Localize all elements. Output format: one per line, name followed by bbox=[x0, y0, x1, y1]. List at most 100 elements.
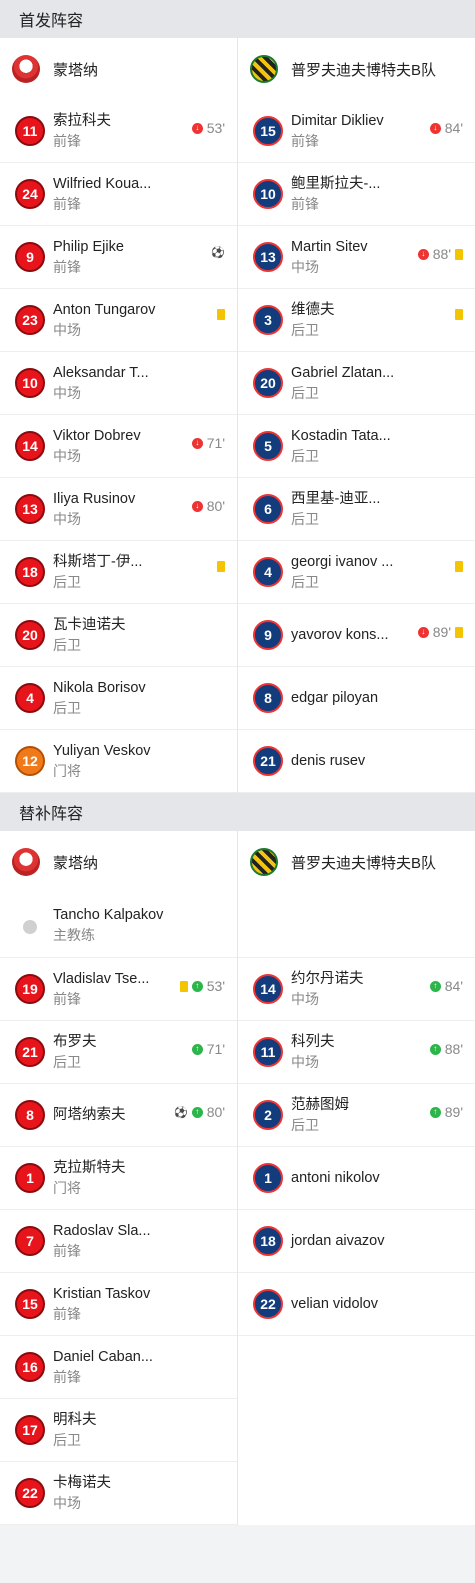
coach-row[interactable]: Tancho Kalpakov 主教练 bbox=[0, 893, 237, 958]
player-events: ↑ 71' bbox=[191, 1041, 225, 1057]
player-info: Kristian Taskov 前锋 bbox=[53, 1284, 225, 1324]
player-row[interactable]: 20 Gabriel Zlatan... 后卫 bbox=[238, 352, 475, 415]
player-row[interactable]: 13 Martin Sitev 中场 ↓ 88' bbox=[238, 226, 475, 289]
player-row[interactable]: 13 Iliya Rusinov 中场 ↓ 80' bbox=[0, 478, 237, 541]
player-row[interactable]: 7 Radoslav Sla... 前锋 bbox=[0, 1210, 237, 1273]
player-row[interactable]: 22 velian vidolov bbox=[238, 1273, 475, 1336]
player-info: Kostadin Tata... 后卫 bbox=[291, 426, 463, 466]
player-row[interactable]: 3 维德夫 后卫 bbox=[238, 289, 475, 352]
player-info: Aleksandar T... 中场 bbox=[53, 363, 225, 403]
yellow-card-icon bbox=[455, 561, 463, 572]
player-row[interactable]: 1 antoni nikolov bbox=[238, 1147, 475, 1210]
player-position: 后卫 bbox=[53, 574, 81, 590]
yellow-card-icon bbox=[455, 309, 463, 320]
player-row[interactable]: 11 科列夫 中场 ↑ 88' bbox=[238, 1021, 475, 1084]
player-row[interactable]: 23 Anton Tungarov 中场 bbox=[0, 289, 237, 352]
player-row[interactable]: 9 yavorov kons... ↓ 89' bbox=[238, 604, 475, 667]
team-header[interactable]: 蒙塔纳 bbox=[0, 38, 237, 100]
player-name: Kristian Taskov bbox=[53, 1286, 151, 1302]
player-row[interactable]: 15 Kristian Taskov 前锋 bbox=[0, 1273, 237, 1336]
event-minute: 71' bbox=[206, 1041, 225, 1057]
sub-out-icon: ↓ bbox=[191, 437, 203, 449]
player-row[interactable]: 18 科斯塔丁-伊... 后卫 bbox=[0, 541, 237, 604]
player-row[interactable]: 9 Philip Ejike 前锋 ⚽ bbox=[0, 226, 237, 289]
team-header[interactable]: 普罗夫迪夫博特夫B队 bbox=[238, 38, 475, 100]
player-events bbox=[217, 309, 225, 320]
player-row[interactable]: 10 鲍里斯拉夫-... 前锋 bbox=[238, 163, 475, 226]
event-minute: 53' bbox=[206, 978, 225, 994]
yellow-card-icon bbox=[455, 626, 463, 638]
player-position: 中场 bbox=[53, 385, 81, 401]
player-row[interactable]: 8 阿塔纳索夫 ⚽ ↑ 80' bbox=[0, 1084, 237, 1147]
player-info: edgar piloyan bbox=[291, 688, 463, 708]
player-events bbox=[455, 561, 463, 572]
away-column: 普罗夫迪夫博特夫B队 14 约尔丹诺夫 中场 ↑ 84' 11 科列夫 中场 ↑ 88' 2 范赫图姆后… bbox=[238, 831, 475, 1525]
player-row[interactable]: 16 Daniel Caban... 前锋 bbox=[0, 1336, 237, 1399]
team-name: 普罗夫迪夫博特夫B队 bbox=[291, 854, 437, 872]
player-row[interactable]: 6 西里基-迪亚... 后卫 bbox=[238, 478, 475, 541]
player-info: denis rusev bbox=[291, 751, 463, 771]
player-row[interactable]: 21 denis rusev bbox=[238, 730, 475, 793]
player-row[interactable]: 14 约尔丹诺夫 中场 ↑ 84' bbox=[238, 958, 475, 1021]
team-name: 蒙塔纳 bbox=[53, 854, 99, 872]
player-row[interactable]: 15 Dimitar Dikliev 前锋 ↓ 84' bbox=[238, 100, 475, 163]
player-name: Radoslav Sla... bbox=[53, 1223, 151, 1239]
player-row[interactable]: 11 索拉科夫 前锋 ↓ 53' bbox=[0, 100, 237, 163]
player-row[interactable]: 5 Kostadin Tata... 后卫 bbox=[238, 415, 475, 478]
home-column: 蒙塔纳 11 索拉科夫 前锋 ↓ 53' 24 Wilfried Koua... 前锋 9 Phil… bbox=[0, 38, 238, 793]
player-events: ↓ 84' bbox=[429, 120, 463, 136]
jersey-number: 24 bbox=[15, 179, 45, 209]
player-row[interactable]: 8 edgar piloyan bbox=[238, 667, 475, 730]
player-row[interactable]: 10 Aleksandar T... 中场 bbox=[0, 352, 237, 415]
sub-out-icon: ↓ bbox=[191, 122, 203, 134]
goal-ball-icon: ⚽ bbox=[211, 247, 225, 259]
player-row[interactable]: 4 Nikola Borisov 后卫 bbox=[0, 667, 237, 730]
player-name: Yuliyan Veskov bbox=[53, 743, 151, 759]
jersey-number: 13 bbox=[15, 494, 45, 524]
player-row[interactable]: 18 jordan aivazov bbox=[238, 1210, 475, 1273]
player-row[interactable]: 19 Vladislav Tse... 前锋 ↑ 53' bbox=[0, 958, 237, 1021]
player-row[interactable]: 22 卡梅诺夫 中场 bbox=[0, 1462, 237, 1525]
player-row[interactable]: 4 georgi ivanov ... 后卫 bbox=[238, 541, 475, 604]
event-minute: 84' bbox=[444, 120, 463, 136]
jersey-number: 1 bbox=[15, 1163, 45, 1193]
jersey-number: 2 bbox=[253, 1100, 283, 1130]
jersey-number: 19 bbox=[15, 974, 45, 1004]
player-info: jordan aivazov bbox=[291, 1231, 463, 1251]
player-position: 后卫 bbox=[291, 448, 319, 464]
jersey-number: 21 bbox=[15, 1037, 45, 1067]
event-minute: 89' bbox=[444, 1104, 463, 1120]
player-position: 后卫 bbox=[291, 385, 319, 401]
player-name: Aleksandar T... bbox=[53, 365, 149, 381]
sub-in-icon: ↑ bbox=[191, 980, 203, 992]
player-position: 门将 bbox=[53, 763, 81, 779]
yellow-card-icon bbox=[179, 980, 188, 992]
jersey-number: 4 bbox=[253, 557, 283, 587]
player-info: Daniel Caban... 前锋 bbox=[53, 1347, 225, 1387]
player-name: 科斯塔丁-伊... bbox=[53, 554, 143, 570]
team-header[interactable]: 普罗夫迪夫博特夫B队 bbox=[238, 831, 475, 893]
player-row[interactable]: 14 Viktor Dobrev 中场 ↓ 71' bbox=[0, 415, 237, 478]
player-name: Kostadin Tata... bbox=[291, 428, 391, 444]
section-header-subs: 替补阵容 bbox=[0, 793, 475, 831]
player-row[interactable]: 24 Wilfried Koua... 前锋 bbox=[0, 163, 237, 226]
jersey-number: 12 bbox=[15, 746, 45, 776]
player-row[interactable]: 17 明科夫 后卫 bbox=[0, 1399, 237, 1462]
team-header[interactable]: 蒙塔纳 bbox=[0, 831, 237, 893]
player-row[interactable]: 1 克拉斯特夫 门将 bbox=[0, 1147, 237, 1210]
jersey-number: 10 bbox=[253, 179, 283, 209]
player-name: 卡梅诺夫 bbox=[53, 1475, 111, 1491]
player-row[interactable]: 21 布罗夫 后卫 ↑ 71' bbox=[0, 1021, 237, 1084]
jersey-number: 1 bbox=[253, 1163, 283, 1193]
player-row[interactable]: 12 Yuliyan Veskov 门将 bbox=[0, 730, 237, 793]
player-info: 卡梅诺夫 中场 bbox=[53, 1473, 225, 1513]
player-position: 前锋 bbox=[53, 1243, 81, 1259]
sub-in-icon: ↑ bbox=[191, 1106, 203, 1118]
player-events: ↑ 84' bbox=[429, 978, 463, 994]
jersey-number: 11 bbox=[253, 1037, 283, 1067]
player-row[interactable]: 2 范赫图姆 后卫 ↑ 89' bbox=[238, 1084, 475, 1147]
jersey-number: 15 bbox=[253, 116, 283, 146]
section-title: 首发阵容 bbox=[19, 13, 84, 30]
player-info: Yuliyan Veskov 门将 bbox=[53, 741, 225, 781]
player-row[interactable]: 20 瓦卡迪诺夫 后卫 bbox=[0, 604, 237, 667]
